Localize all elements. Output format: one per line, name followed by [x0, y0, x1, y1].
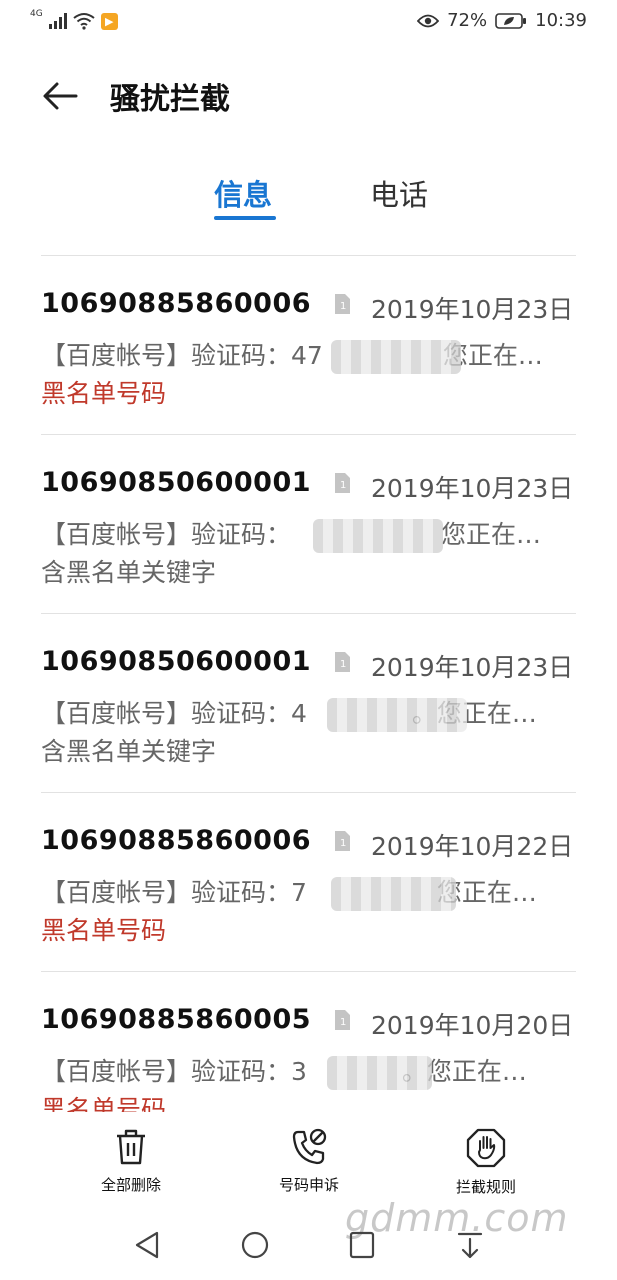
- redacted-code: [327, 698, 467, 732]
- nav-recents-icon[interactable]: [348, 1230, 376, 1260]
- tab-messages[interactable]: 信息: [214, 172, 272, 214]
- block-reason: 含黑名单关键字: [41, 737, 217, 766]
- list-item[interactable]: 10690885860005 1 2019年10月20日 【百度帐号】验证码：3…: [41, 972, 576, 1112]
- block-rules-button[interactable]: 拦截规则: [416, 1128, 556, 1197]
- block-hand-icon: [466, 1128, 506, 1168]
- redacted-code: [331, 340, 461, 374]
- signal-icon: [48, 13, 67, 29]
- battery-icon: [495, 12, 527, 29]
- message-preview: 【百度帐号】验证码：3 。您正在…: [41, 1057, 527, 1086]
- sender-number: 10690850600001: [41, 646, 312, 677]
- block-rules-label: 拦截规则: [455, 1178, 516, 1196]
- list-item[interactable]: 10690885860006 1 2019年10月23日 【百度帐号】验证码：4…: [41, 256, 576, 434]
- redacted-code: [313, 519, 443, 553]
- sender-number: 10690885860006: [41, 288, 312, 319]
- block-reason: 含黑名单关键字: [41, 558, 217, 587]
- svg-text:1: 1: [340, 301, 346, 312]
- number-appeal-label: 号码申诉: [278, 1176, 339, 1194]
- delete-all-label: 全部删除: [100, 1176, 161, 1194]
- notification-app-icon: ▶: [100, 12, 118, 30]
- page-title: 骚扰拦截: [110, 82, 230, 117]
- svg-text:1: 1: [340, 838, 346, 849]
- message-preview: 【百度帐号】验证码：7 您正在…: [41, 878, 537, 907]
- sender-number: 10690850600001: [41, 467, 312, 498]
- svg-text:1: 1: [340, 1017, 346, 1028]
- redacted-code: [331, 877, 456, 911]
- block-reason: 黑名单号码: [41, 916, 167, 945]
- message-date: 2019年10月22日: [371, 832, 574, 861]
- wifi-icon: [73, 13, 95, 30]
- back-arrow-icon[interactable]: [40, 76, 80, 116]
- system-nav-bar: [0, 1216, 617, 1280]
- block-reason: 黑名单号码: [41, 1095, 167, 1112]
- redacted-code: [327, 1056, 432, 1090]
- app-header: 骚扰拦截: [0, 70, 617, 126]
- sim-card-icon: 1: [335, 473, 350, 493]
- tab-calls[interactable]: 电话: [370, 172, 428, 214]
- status-bar: 4G ▶ 72% 10:39: [0, 0, 617, 44]
- message-preview: 【百度帐号】验证码：47 您正在…: [41, 341, 543, 370]
- number-appeal-button[interactable]: 号码申诉: [239, 1128, 379, 1195]
- list-item[interactable]: 10690885860006 1 2019年10月22日 【百度帐号】验证码：7…: [41, 793, 576, 971]
- message-date: 2019年10月23日: [371, 474, 574, 503]
- network-type: 4G: [30, 9, 43, 19]
- svg-text:1: 1: [340, 659, 346, 670]
- message-date: 2019年10月23日: [371, 295, 574, 324]
- sender-number: 10690885860006: [41, 825, 312, 856]
- sim-card-icon: 1: [335, 652, 350, 672]
- block-reason: 黑名单号码: [41, 379, 167, 408]
- message-date: 2019年10月20日: [371, 1011, 574, 1040]
- eye-comfort-icon: [417, 14, 440, 27]
- phone-appeal-icon: [292, 1128, 327, 1165]
- nav-back-icon[interactable]: [133, 1230, 161, 1260]
- nav-home-icon[interactable]: [240, 1230, 270, 1260]
- active-tab-indicator: [214, 216, 276, 220]
- list-item[interactable]: 10690850600001 1 2019年10月23日 【百度帐号】验证码：4…: [41, 614, 576, 792]
- sim-card-icon: 1: [335, 1010, 350, 1030]
- bottom-action-bar: 全部删除 号码申诉 拦截规则: [0, 1118, 617, 1208]
- battery-percent: 72%: [447, 10, 488, 31]
- list-item[interactable]: 10690850600001 1 2019年10月23日 【百度帐号】验证码：您…: [41, 435, 576, 613]
- message-date: 2019年10月23日: [371, 653, 574, 682]
- sim-card-icon: 1: [335, 831, 350, 851]
- svg-text:1: 1: [340, 480, 346, 491]
- clock: 10:39: [535, 10, 587, 31]
- nav-notification-pull-icon[interactable]: [456, 1230, 484, 1260]
- sender-number: 10690885860005: [41, 1004, 312, 1035]
- sim-card-icon: 1: [335, 294, 350, 314]
- delete-all-button[interactable]: 全部删除: [61, 1128, 201, 1195]
- trash-icon: [117, 1129, 145, 1165]
- message-preview: 【百度帐号】验证码： 您正在…: [41, 520, 542, 549]
